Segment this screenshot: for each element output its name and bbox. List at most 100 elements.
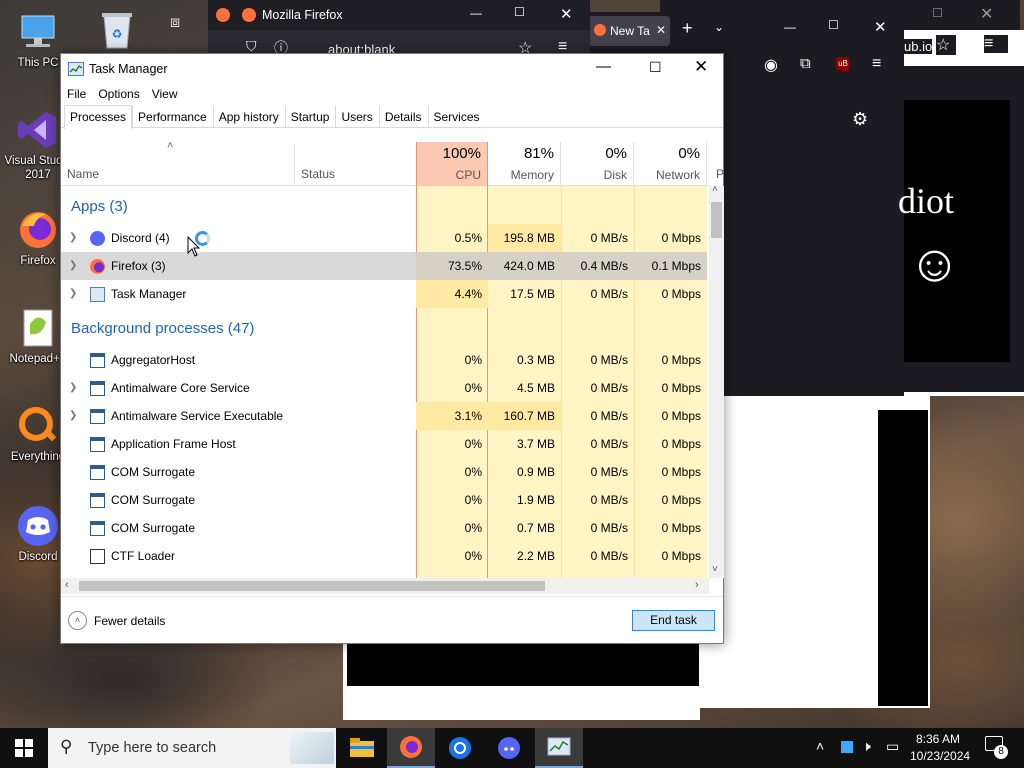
scroll-thumb[interactable] xyxy=(711,202,722,238)
table-row[interactable]: ❯ Antimalware Service Executable 3.1% 16… xyxy=(61,402,709,430)
chevron-right-icon[interactable]: ❯ xyxy=(69,374,77,402)
start-button[interactable] xyxy=(0,728,48,768)
taskbar-firefox[interactable] xyxy=(387,728,435,768)
tab-details[interactable]: Details xyxy=(378,105,428,127)
notepadpp-icon xyxy=(16,306,60,350)
table-row[interactable]: ❯ Discord (4) 0.5% 195.8 MB 0 MB/s 0 Mbp… xyxy=(61,224,709,252)
minimize-icon[interactable]: — xyxy=(784,20,796,34)
tab-users[interactable]: Users xyxy=(335,105,378,127)
memory-value: 424.0 MB xyxy=(488,252,561,280)
header-power-partial[interactable]: P xyxy=(716,167,724,181)
settings-gear-icon[interactable]: ⚙ xyxy=(852,109,868,130)
action-center-button[interactable]: 8 xyxy=(980,734,1016,762)
vertical-scrollbar[interactable]: ˄ ˅ xyxy=(709,184,724,578)
minimize-icon[interactable]: — xyxy=(596,58,611,75)
tab-list-chevron-icon[interactable]: ⌄ xyxy=(714,20,724,34)
table-row-selected[interactable]: ❯ Firefox (3) 73.5% 424.0 MB 0.4 MB/s 0.… xyxy=(61,252,707,280)
scroll-left-icon[interactable]: ‹ xyxy=(65,579,69,591)
tray-app-icon[interactable] xyxy=(841,741,853,753)
close-icon[interactable]: ✕ xyxy=(980,4,993,24)
menu-file[interactable]: File xyxy=(67,87,86,101)
process-name: Task Manager xyxy=(111,287,187,301)
horizontal-scrollbar[interactable]: ‹ › xyxy=(61,578,709,594)
extensions-icon[interactable]: ⧉ xyxy=(800,55,811,72)
table-row[interactable]: Application Frame Host 0% 3.7 MB 0 MB/s … xyxy=(61,430,709,458)
discord-icon xyxy=(90,231,105,246)
cpu-total: 100% xyxy=(442,145,481,162)
new-tab-plus-icon[interactable]: + xyxy=(682,18,693,39)
process-list: Apps (3) ❯ Discord (4) 0.5% 195.8 MB 0 M… xyxy=(61,186,709,578)
tab-new-tab[interactable]: New Ta ✕ xyxy=(588,16,670,46)
table-row[interactable]: AggregatorHost 0% 0.3 MB 0 MB/s 0 Mbps xyxy=(61,346,709,374)
fewer-details-link[interactable]: Fewer details xyxy=(94,614,165,628)
volume-icon[interactable]: 🕨 xyxy=(862,738,871,755)
scroll-down-icon[interactable]: ˅ xyxy=(712,564,718,575)
minimize-icon[interactable]: — xyxy=(470,6,482,20)
close-tab-icon[interactable]: ✕ xyxy=(656,23,666,37)
star-bookmark-icon[interactable]: ☆ xyxy=(936,35,956,55)
menu-view[interactable]: View xyxy=(152,87,178,101)
svg-text:♻: ♻ xyxy=(112,27,123,41)
show-hidden-icons-chevron[interactable]: ˄ xyxy=(816,738,824,754)
close-icon[interactable]: ✕ xyxy=(694,57,708,77)
taskbar-task-manager[interactable] xyxy=(535,728,583,768)
maximize-icon[interactable]: ☐ xyxy=(828,18,839,32)
account-icon[interactable]: ◉ xyxy=(764,55,778,75)
table-row[interactable]: COM Surrogate 0% 0.9 MB 0 MB/s 0 Mbps xyxy=(61,458,709,486)
close-icon[interactable]: ✕ xyxy=(874,18,887,36)
menu-icon[interactable]: ≡ xyxy=(872,55,881,73)
taskbar-chrome[interactable] xyxy=(436,728,484,768)
task-manager-icon xyxy=(547,737,571,756)
maximize-icon[interactable]: ☐ xyxy=(514,5,525,19)
chevron-right-icon[interactable]: ❯ xyxy=(69,402,77,430)
disk-value: 0 MB/s xyxy=(590,493,628,507)
tab-overview-icon[interactable]: ⧈ xyxy=(170,14,194,38)
disk-label: Disk xyxy=(603,168,627,182)
tab-performance[interactable]: Performance xyxy=(132,105,213,127)
menu-icon[interactable]: ≡ xyxy=(984,35,1008,53)
disk-value: 0.4 MB/s xyxy=(561,252,634,280)
tab-app-history[interactable]: App history xyxy=(212,105,285,127)
tab-services[interactable]: Services xyxy=(427,105,486,127)
table-row[interactable]: ❯ Antimalware Core Service 0% 4.5 MB 0 M… xyxy=(61,374,709,402)
network-total: 0% xyxy=(678,145,700,162)
menu-options[interactable]: Options xyxy=(98,87,139,101)
chevron-right-icon[interactable]: ❯ xyxy=(69,224,77,252)
table-row[interactable]: COM Surrogate 0% 1.9 MB 0 MB/s 0 Mbps xyxy=(61,486,709,514)
chevron-up-circle-icon[interactable]: ˄ xyxy=(68,611,87,630)
clock-time[interactable]: 8:36 AM xyxy=(916,732,960,746)
memory-value: 195.8 MB xyxy=(488,224,561,252)
scroll-right-icon[interactable]: › xyxy=(695,579,699,591)
header-network[interactable]: 0% Network xyxy=(634,142,707,186)
search-box[interactable]: ⚲ Type here to search xyxy=(48,728,336,768)
memory-value: 17.5 MB xyxy=(510,287,555,301)
divider xyxy=(294,144,295,184)
tab-startup[interactable]: Startup xyxy=(284,105,336,127)
task-manager-icon xyxy=(90,287,105,302)
url-bar-fragment[interactable]: ◉ ⧉ uB ≡ xyxy=(724,52,904,80)
tab-processes[interactable]: Processes xyxy=(64,105,133,129)
chevron-right-icon[interactable]: ❯ xyxy=(69,280,77,308)
header-memory[interactable]: 81% Memory xyxy=(488,142,561,186)
chevron-right-icon[interactable]: ❯ xyxy=(69,252,77,280)
scroll-up-icon[interactable]: ˄ xyxy=(712,184,718,195)
table-row[interactable]: ❯ Task Manager 4.4% 17.5 MB 0 MB/s 0 Mbp… xyxy=(61,280,709,308)
header-name[interactable]: Name xyxy=(67,167,99,181)
header-status[interactable]: Status xyxy=(301,167,335,181)
memory-value: 0.7 MB xyxy=(516,521,555,535)
recycle-bin-icon[interactable]: ♻ xyxy=(96,8,138,52)
table-row[interactable]: CTF Loader 0% 2.2 MB 0 MB/s 0 Mbps xyxy=(61,542,709,570)
maximize-icon[interactable]: ☐ xyxy=(932,6,943,20)
taskbar-discord[interactable] xyxy=(485,728,533,768)
header-cpu[interactable]: 100% CPU xyxy=(416,142,488,186)
ublock-icon[interactable]: uB xyxy=(836,57,850,71)
maximize-icon[interactable]: ☐ xyxy=(649,59,662,76)
taskbar-file-explorer[interactable] xyxy=(338,728,386,768)
close-icon[interactable]: ✕ xyxy=(560,5,573,23)
end-task-button[interactable]: End task xyxy=(632,610,715,631)
clock-date[interactable]: 10/23/2024 xyxy=(910,749,970,763)
header-disk[interactable]: 0% Disk xyxy=(561,142,634,186)
network-icon[interactable]: ▭ xyxy=(886,738,899,755)
table-row[interactable]: COM Surrogate 0% 0.7 MB 0 MB/s 0 Mbps xyxy=(61,514,709,542)
scroll-thumb-horizontal[interactable] xyxy=(79,581,545,591)
